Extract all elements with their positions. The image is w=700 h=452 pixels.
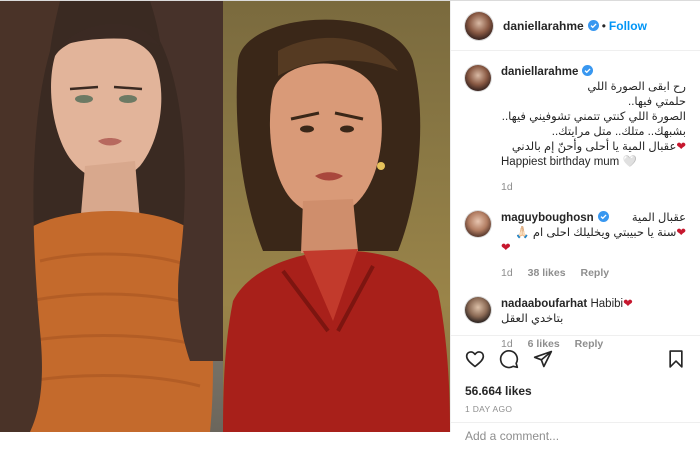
caption-line: Happiest birthday mum 🤍: [501, 156, 637, 168]
post-image-left-photo: [0, 1, 223, 432]
bookmark-icon[interactable]: [666, 349, 686, 369]
comment-likes[interactable]: 38 likes: [528, 267, 566, 279]
heart-emoji-icon: ❤: [676, 141, 686, 153]
heart-emoji-icon: ❤: [623, 298, 633, 310]
commenter-username[interactable]: nadaaboufarhat: [501, 298, 587, 310]
action-icons: [465, 348, 686, 370]
author-avatar[interactable]: [465, 11, 493, 40]
commenter-avatar[interactable]: [465, 211, 491, 237]
post-actions: 56.664 likes 1 DAY AGO: [451, 335, 700, 414]
post-side-panel: daniellarahme • Follow daniellarahme رح …: [450, 1, 700, 443]
speech-bubble-icon[interactable]: [499, 349, 519, 369]
comment-body: maguyboughosn عقبال المية ❤سنة يا حبيبتي…: [501, 211, 686, 281]
portrait-vintage-red-jacket: [223, 19, 450, 432]
post-header: daniellarahme • Follow: [451, 1, 700, 51]
caption-username[interactable]: daniellarahme: [501, 66, 578, 78]
caption-line: حلمتي فيها..: [628, 96, 686, 108]
likes-count[interactable]: 56.664 likes: [465, 384, 686, 398]
reply-button[interactable]: Reply: [580, 267, 609, 279]
commenter-avatar[interactable]: [465, 297, 491, 323]
header-separator: •: [601, 18, 606, 33]
caption-line: الصورة اللي كنتي تتمني تشوفيني فيها..: [501, 111, 686, 123]
comment-text: بتاخدي العقل: [501, 313, 564, 325]
comment-item: maguyboughosn عقبال المية ❤سنة يا حبيبتي…: [465, 211, 686, 281]
caption-line: ❤عقبال المية يا أحلى وأحنّ إم بالدني: [511, 141, 686, 153]
caption-age[interactable]: 1d: [501, 181, 513, 193]
comment-meta: 1d 38 likes Reply: [501, 266, 686, 281]
comment-text: ❤سنة يا حبيبتي ويخليلك احلى ام 🙏🏻: [515, 227, 686, 239]
add-comment-input[interactable]: Add a comment...: [451, 422, 700, 452]
comment-text: عقبال المية: [631, 212, 686, 224]
follow-button[interactable]: Follow: [609, 19, 647, 33]
verified-badge-icon: [597, 211, 609, 222]
comment-text: ❤: [501, 241, 686, 256]
heart-emoji-icon: ❤: [676, 227, 686, 239]
caption-meta: 1d: [501, 180, 686, 195]
instagram-post-window: daniellarahme • Follow daniellarahme رح …: [0, 0, 700, 443]
comments-list: daniellarahme رح ابقى الصورة اللي حلمتي …: [451, 51, 700, 352]
caption-line: رح ابقى الصورة اللي: [587, 81, 686, 93]
heart-emoji-icon: ❤: [501, 242, 511, 254]
post-image[interactable]: [0, 1, 450, 432]
caption: daniellarahme رح ابقى الصورة اللي حلمتي …: [465, 65, 686, 195]
comment-text: Habibi: [590, 298, 624, 310]
comment-age[interactable]: 1d: [501, 267, 513, 279]
author-username[interactable]: daniellarahme: [503, 19, 584, 33]
caption-body: daniellarahme رح ابقى الصورة اللي حلمتي …: [501, 65, 686, 195]
heart-outline-icon[interactable]: [465, 349, 485, 369]
post-image-right-photo: [223, 1, 450, 432]
portrait-woman-orange-sweater: [0, 1, 223, 432]
verified-badge-icon: [587, 20, 599, 31]
caption-line: بشبهك.. متلك.. متل مرايتك..: [551, 126, 686, 138]
commenter-username[interactable]: maguyboughosn: [501, 212, 594, 224]
verified-badge-icon: [582, 65, 594, 76]
caption-avatar[interactable]: [465, 65, 491, 91]
post-timestamp[interactable]: 1 DAY AGO: [465, 404, 686, 414]
paper-plane-icon[interactable]: [533, 349, 553, 369]
